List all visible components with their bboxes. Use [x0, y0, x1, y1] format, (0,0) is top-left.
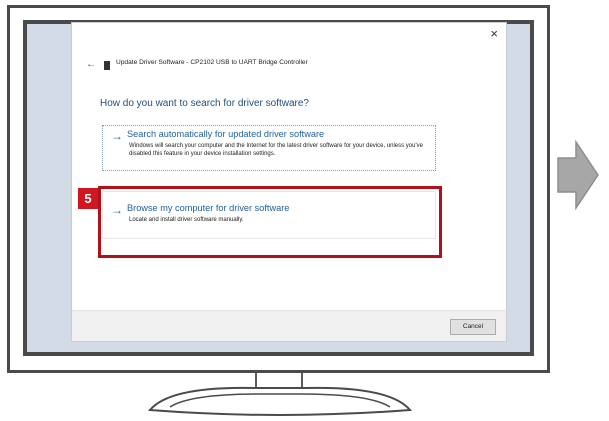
- close-icon[interactable]: ×: [490, 27, 498, 40]
- dialog-question: How do you want to search for driver sof…: [100, 98, 309, 109]
- right-arrow-icon: →: [111, 129, 123, 143]
- monitor-stand-base: [147, 386, 413, 416]
- dialog-title: Update Driver Software - CP2102 USB to U…: [116, 59, 308, 66]
- step-highlight-box: [98, 186, 442, 258]
- cancel-button[interactable]: Cancel: [450, 319, 496, 335]
- next-step-arrow-icon: [557, 140, 599, 210]
- dialog-footer: Cancel: [72, 310, 506, 341]
- update-driver-dialog: × ← Update Driver Software - CP2102 USB …: [71, 22, 507, 342]
- device-icon: [104, 61, 110, 70]
- search-automatically-option[interactable]: → Search automatically for updated drive…: [102, 125, 436, 171]
- option-heading: Search automatically for updated driver …: [127, 129, 325, 139]
- option-description: Windows will search your computer and th…: [129, 143, 423, 157]
- step-number-badge: 5: [78, 188, 98, 209]
- back-arrow-icon[interactable]: ←: [86, 59, 96, 70]
